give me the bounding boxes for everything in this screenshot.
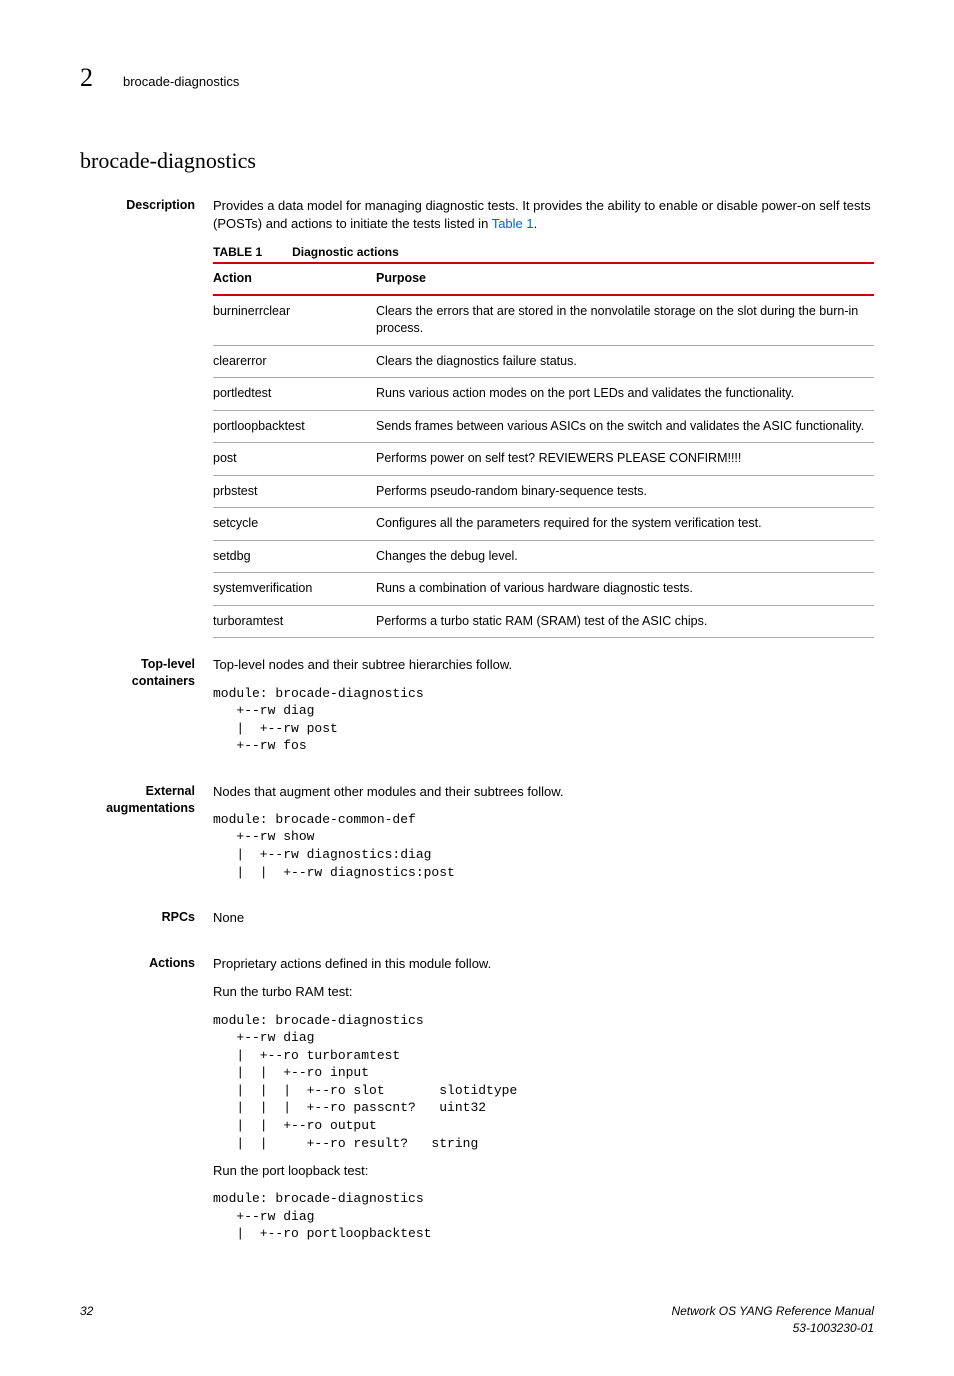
cell-purpose: Configures all the parameters required f…	[376, 508, 874, 541]
page-title: brocade-diagnostics	[80, 146, 874, 177]
table-row: portloopbacktestSends frames between var…	[213, 410, 874, 443]
footer-page-number: 32	[80, 1303, 93, 1337]
label-external: External augmentations	[80, 783, 213, 891]
cell-action: setcycle	[213, 508, 376, 541]
description-paragraph: Provides a data model for managing diagn…	[213, 197, 874, 233]
actions-sub2-title: Run the port loopback test:	[213, 1162, 874, 1180]
content-toplevel: Top-level nodes and their subtree hierar…	[213, 656, 874, 764]
label-rpcs: RPCs	[80, 909, 213, 937]
cell-action: turboramtest	[213, 605, 376, 638]
table-link[interactable]: Table 1	[492, 216, 534, 231]
section-rpcs: RPCs None	[80, 909, 874, 937]
diagnostic-actions-table: Action Purpose burninerrclearClears the …	[213, 262, 874, 638]
footer-manual: Network OS YANG Reference Manual	[671, 1304, 874, 1318]
cell-purpose: Performs pseudo-random binary-sequence t…	[376, 475, 874, 508]
actions-intro: Proprietary actions defined in this modu…	[213, 955, 874, 973]
cell-action: systemverification	[213, 573, 376, 606]
toplevel-text: Top-level nodes and their subtree hierar…	[213, 656, 874, 674]
external-code: module: brocade-common-def +--rw show | …	[213, 811, 874, 881]
description-text-pre: Provides a data model for managing diagn…	[213, 198, 871, 231]
footer-docnum: 53-1003230-01	[793, 1321, 874, 1335]
actions-sub1-code: module: brocade-diagnostics +--rw diag |…	[213, 1012, 874, 1152]
section-toplevel: Top-level containers Top-level nodes and…	[80, 656, 874, 764]
section-actions: Actions Proprietary actions defined in t…	[80, 955, 874, 1253]
page-footer: 32 Network OS YANG Reference Manual 53-1…	[80, 1303, 874, 1337]
rpcs-text: None	[213, 909, 874, 927]
cell-purpose: Performs a turbo static RAM (SRAM) test …	[376, 605, 874, 638]
table-row: clearerrorClears the diagnostics failure…	[213, 345, 874, 378]
content-actions: Proprietary actions defined in this modu…	[213, 955, 874, 1253]
chapter-number: 2	[80, 60, 93, 96]
toplevel-code: module: brocade-diagnostics +--rw diag |…	[213, 685, 874, 755]
section-description: Description Provides a data model for ma…	[80, 197, 874, 638]
table-row: setcycleConfigures all the parameters re…	[213, 508, 874, 541]
cell-action: portledtest	[213, 378, 376, 411]
footer-right: Network OS YANG Reference Manual 53-1003…	[671, 1303, 874, 1337]
col-action: Action	[213, 263, 376, 295]
cell-action: setdbg	[213, 540, 376, 573]
col-purpose: Purpose	[376, 263, 874, 295]
table-row: burninerrclearClears the errors that are…	[213, 295, 874, 346]
content-description: Provides a data model for managing diagn…	[213, 197, 874, 638]
content-rpcs: None	[213, 909, 874, 937]
label-actions: Actions	[80, 955, 213, 1253]
cell-purpose: Changes the debug level.	[376, 540, 874, 573]
description-text-post: .	[534, 216, 538, 231]
cell-purpose: Runs a combination of various hardware d…	[376, 573, 874, 606]
cell-action: clearerror	[213, 345, 376, 378]
label-toplevel: Top-level containers	[80, 656, 213, 764]
cell-purpose: Clears the diagnostics failure status.	[376, 345, 874, 378]
table-caption: TABLE 1 Diagnostic actions	[213, 244, 874, 261]
page-header: 2 brocade-diagnostics	[80, 60, 874, 96]
cell-purpose: Sends frames between various ASICs on th…	[376, 410, 874, 443]
label-description: Description	[80, 197, 213, 638]
external-text: Nodes that augment other modules and the…	[213, 783, 874, 801]
section-external: External augmentations Nodes that augmen…	[80, 783, 874, 891]
cell-purpose: Runs various action modes on the port LE…	[376, 378, 874, 411]
cell-action: prbstest	[213, 475, 376, 508]
cell-action: portloopbacktest	[213, 410, 376, 443]
table-row: setdbgChanges the debug level.	[213, 540, 874, 573]
table-row: turboramtestPerforms a turbo static RAM …	[213, 605, 874, 638]
table-title: Diagnostic actions	[292, 245, 399, 259]
actions-sub1-title: Run the turbo RAM test:	[213, 983, 874, 1001]
table-row: prbstestPerforms pseudo-random binary-se…	[213, 475, 874, 508]
header-breadcrumb: brocade-diagnostics	[123, 73, 239, 91]
table-number: TABLE 1	[213, 245, 262, 259]
content-external: Nodes that augment other modules and the…	[213, 783, 874, 891]
cell-action: post	[213, 443, 376, 476]
table-row: postPerforms power on self test? REVIEWE…	[213, 443, 874, 476]
table-row: portledtestRuns various action modes on …	[213, 378, 874, 411]
cell-action: burninerrclear	[213, 295, 376, 346]
table-row: systemverificationRuns a combination of …	[213, 573, 874, 606]
cell-purpose: Clears the errors that are stored in the…	[376, 295, 874, 346]
cell-purpose: Performs power on self test? REVIEWERS P…	[376, 443, 874, 476]
